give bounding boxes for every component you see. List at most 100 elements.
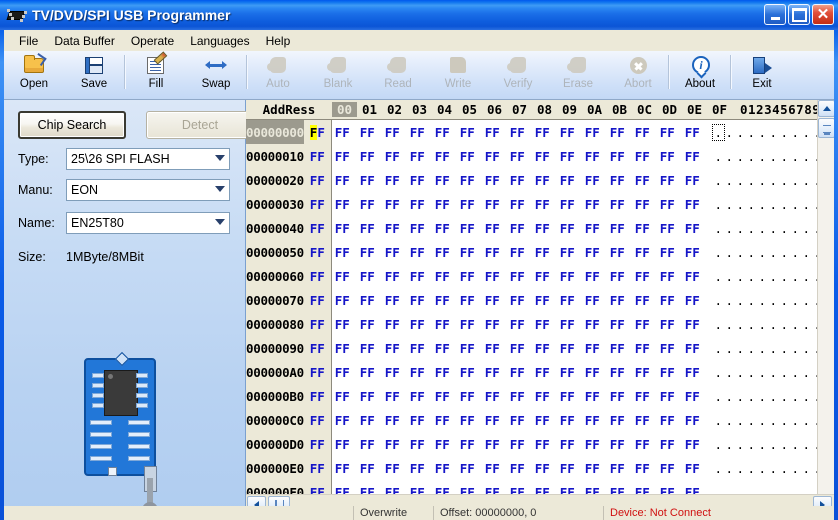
hex-ascii-cell[interactable]: .: [724, 437, 735, 452]
hex-byte-cell[interactable]: FF: [605, 293, 630, 308]
hex-byte-cell[interactable]: FF: [530, 413, 555, 428]
hex-address-cell[interactable]: 00000030: [246, 192, 304, 216]
hex-row[interactable]: 00000020 FF FF FF FF FF FF FF FF FF FF FF FF FF FF FF FF…: [246, 168, 834, 192]
hex-byte-cell[interactable]: FF: [580, 197, 605, 212]
hex-byte-cell[interactable]: FF: [455, 341, 480, 356]
menu-languages[interactable]: Languages: [182, 32, 257, 50]
hex-byte-cell[interactable]: FF: [480, 293, 505, 308]
hex-byte-cell[interactable]: FF: [455, 485, 480, 495]
hex-byte-cell[interactable]: FF: [405, 293, 430, 308]
hex-ascii-cell[interactable]: .: [801, 389, 812, 404]
hex-ascii-cell[interactable]: .: [713, 485, 724, 495]
hex-byte-cell[interactable]: FF: [430, 317, 455, 332]
close-button[interactable]: ✕: [812, 4, 834, 25]
hex-byte-cell[interactable]: FF: [430, 485, 455, 495]
hex-byte-cell[interactable]: FF: [530, 437, 555, 452]
menu-file[interactable]: File: [11, 32, 46, 50]
hex-ascii-cell[interactable]: .: [724, 293, 735, 308]
hex-byte-cell[interactable]: FF: [305, 437, 330, 452]
hex-byte-group[interactable]: FF FF FF FF FF FF FF FF FF FF FF FF FF FF FF FF: [305, 269, 705, 284]
hex-byte-cell[interactable]: FF: [530, 149, 555, 164]
hex-byte-cell[interactable]: FF: [380, 461, 405, 476]
hex-ascii-group[interactable]: ................: [713, 317, 834, 332]
hex-ascii-cell[interactable]: .: [790, 245, 801, 260]
hex-byte-cell[interactable]: FF: [405, 413, 430, 428]
hex-row[interactable]: 00000010 FF FF FF FF FF FF FF FF FF FF FF FF FF FF FF FF…: [246, 144, 834, 168]
hex-byte-cell[interactable]: FF: [330, 173, 355, 188]
hex-byte-cell[interactable]: FF: [330, 317, 355, 332]
hex-byte-cell[interactable]: FF: [655, 413, 680, 428]
hex-byte-cell[interactable]: FF: [580, 341, 605, 356]
hex-address-cell[interactable]: 00000000: [246, 120, 304, 144]
hex-ascii-cell[interactable]: .: [779, 197, 790, 212]
hex-ascii-cell[interactable]: .: [713, 293, 724, 308]
hex-byte-cell[interactable]: FF: [505, 413, 530, 428]
hex-byte-cell[interactable]: FF: [380, 437, 405, 452]
hex-ascii-cell[interactable]: .: [735, 413, 746, 428]
hex-ascii-cell[interactable]: .: [801, 221, 812, 236]
hex-ascii-cell[interactable]: .: [735, 173, 746, 188]
hex-ascii-cell[interactable]: .: [768, 125, 779, 140]
hex-ascii-cell[interactable]: .: [757, 245, 768, 260]
hex-row[interactable]: 00000070 FF FF FF FF FF FF FF FF FF FF FF FF FF FF FF FF…: [246, 288, 834, 312]
hex-byte-group[interactable]: FF FF FF FF FF FF FF FF FF FF FF FF FF FF FF FF: [305, 365, 705, 380]
hex-ascii-cell[interactable]: .: [790, 221, 801, 236]
hex-byte-cell[interactable]: FF: [655, 437, 680, 452]
hex-ascii-group[interactable]: ................: [713, 461, 834, 476]
hex-byte-cell[interactable]: FF: [655, 245, 680, 260]
hex-ascii-cell[interactable]: .: [724, 389, 735, 404]
hex-byte-cell[interactable]: FF: [505, 293, 530, 308]
hex-address-cell[interactable]: 000000F0: [246, 480, 304, 495]
hex-ascii-cell[interactable]: .: [735, 197, 746, 212]
hex-byte-cell[interactable]: FF: [380, 341, 405, 356]
hex-byte-cell[interactable]: FF: [380, 125, 405, 140]
hex-ascii-cell[interactable]: .: [724, 173, 735, 188]
hex-byte-cell[interactable]: FF: [430, 461, 455, 476]
hex-byte-cell[interactable]: FF: [380, 269, 405, 284]
hex-byte-cell[interactable]: FF: [355, 293, 380, 308]
hex-byte-cell[interactable]: FF: [430, 173, 455, 188]
hex-ascii-cell[interactable]: .: [713, 149, 724, 164]
hex-ascii-group[interactable]: ................: [713, 293, 834, 308]
hex-byte-cell[interactable]: FF: [305, 341, 330, 356]
hex-byte-cell[interactable]: FF: [505, 389, 530, 404]
hex-byte-cell[interactable]: FF: [630, 173, 655, 188]
hex-byte-cell[interactable]: FF: [605, 221, 630, 236]
hex-byte-cell[interactable]: FF: [305, 317, 330, 332]
hex-byte-cell[interactable]: FF: [355, 485, 380, 495]
hex-byte-cell[interactable]: FF: [555, 125, 580, 140]
hex-ascii-cell[interactable]: .: [713, 341, 724, 356]
minimize-button[interactable]: [764, 4, 786, 25]
hex-byte-cell[interactable]: FF: [405, 389, 430, 404]
hex-ascii-cell[interactable]: .: [757, 269, 768, 284]
hex-byte-cell[interactable]: FF: [580, 125, 605, 140]
hex-byte-cell[interactable]: FF: [455, 293, 480, 308]
hex-ascii-group[interactable]: ................: [713, 149, 834, 164]
hex-ascii-cell[interactable]: .: [724, 149, 735, 164]
hex-ascii-group[interactable]: ................: [713, 389, 834, 404]
hex-ascii-cell[interactable]: .: [713, 365, 724, 380]
hex-byte-cell[interactable]: FF: [605, 413, 630, 428]
hex-ascii-cell[interactable]: .: [779, 365, 790, 380]
hex-ascii-cell[interactable]: .: [713, 221, 724, 236]
hex-ascii-cell[interactable]: .: [713, 245, 724, 260]
hex-ascii-group[interactable]: ................: [713, 365, 834, 380]
hex-byte-cell[interactable]: FF: [455, 197, 480, 212]
hex-byte-group[interactable]: FF FF FF FF FF FF FF FF FF FF FF FF FF FF FF FF: [305, 341, 705, 356]
hex-ascii-cell[interactable]: .: [801, 437, 812, 452]
hex-address-cell[interactable]: 00000060: [246, 264, 304, 288]
hex-byte-cell[interactable]: FF: [380, 149, 405, 164]
hex-ascii-cell[interactable]: .: [746, 437, 757, 452]
hex-ascii-cell[interactable]: .: [779, 293, 790, 308]
hex-byte-cell[interactable]: FF: [430, 149, 455, 164]
hex-ascii-cell[interactable]: .: [790, 293, 801, 308]
hex-byte-cell[interactable]: FF: [555, 269, 580, 284]
hex-byte-cell[interactable]: FF: [680, 389, 705, 404]
hex-byte-cell[interactable]: FF: [630, 245, 655, 260]
hex-byte-cell[interactable]: FF: [680, 413, 705, 428]
hex-byte-cell[interactable]: FF: [680, 149, 705, 164]
menu-data-buffer[interactable]: Data Buffer: [46, 32, 122, 50]
chip-search-button[interactable]: Chip Search: [18, 111, 126, 139]
hex-ascii-cell[interactable]: .: [724, 269, 735, 284]
hex-byte-cell[interactable]: FF: [605, 341, 630, 356]
